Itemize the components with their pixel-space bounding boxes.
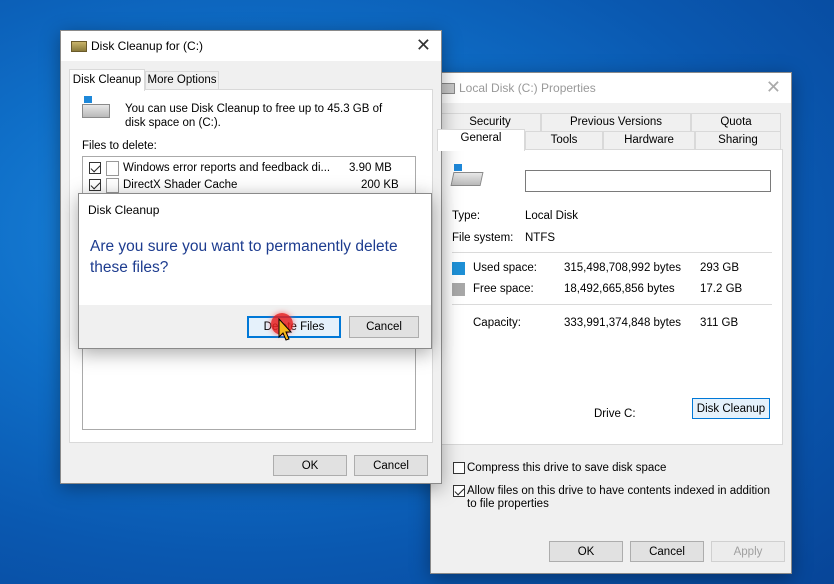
compress-checkbox[interactable] — [453, 462, 465, 474]
cleanup-close-button[interactable]: ✕ — [416, 35, 431, 55]
properties-close-button[interactable]: ✕ — [766, 77, 781, 97]
tab-general[interactable]: General — [437, 129, 525, 151]
capacity-bytes: 333,991,374,848 bytes — [564, 317, 682, 329]
compress-label: Compress this drive to save disk space — [467, 462, 667, 474]
cleanup-titlebar[interactable]: Disk Cleanup for (C:) ✕ — [61, 31, 441, 61]
used-space-gb: 293 GB — [700, 262, 739, 274]
cleanup-ok-button[interactable]: OK — [273, 455, 347, 476]
tab-disk-cleanup[interactable]: Disk Cleanup — [69, 69, 145, 91]
file-checkbox[interactable] — [89, 179, 101, 191]
free-space-bytes: 18,492,665,856 bytes — [564, 283, 675, 295]
type-value: Local Disk — [525, 210, 579, 222]
type-label: Type: — [452, 210, 481, 222]
general-panel: Type: Local Disk File system: NTFS Used … — [437, 149, 783, 445]
confirm-title: Disk Cleanup — [88, 203, 160, 217]
used-space-swatch — [452, 262, 465, 275]
used-space-label: Used space: — [473, 262, 537, 274]
windows-logo-icon — [84, 96, 92, 103]
cleanup-info: You can use Disk Cleanup to free up to 4… — [125, 103, 383, 129]
confirm-message: Are you sure you want to permanently del… — [90, 238, 398, 276]
filesystem-value: NTFS — [525, 232, 556, 244]
confirm-cancel-button[interactable]: Cancel — [349, 316, 419, 338]
windows-logo-icon — [454, 164, 462, 171]
tab-previous-versions[interactable]: Previous Versions — [541, 113, 691, 131]
capacity-gb: 311 GB — [700, 317, 739, 329]
file-icon — [106, 178, 119, 193]
free-space-swatch — [452, 283, 465, 296]
used-space-bytes: 315,498,708,992 bytes — [564, 262, 682, 274]
confirm-dialog: Disk Cleanup Are you sure you want to pe… — [78, 193, 432, 349]
tab-sharing[interactable]: Sharing — [695, 131, 781, 149]
files-to-delete-label: Files to delete: — [82, 140, 157, 152]
file-size: 200 KB — [361, 179, 399, 191]
properties-title: Local Disk (C:) Properties — [459, 81, 596, 95]
tab-quota[interactable]: Quota — [691, 113, 781, 131]
properties-window: Local Disk (C:) Properties ✕ Security Pr… — [430, 72, 792, 574]
filesystem-label: File system: — [452, 232, 514, 244]
file-checkbox[interactable] — [89, 162, 101, 174]
index-label: Allow files on this drive to have conten… — [467, 485, 771, 510]
file-name: Windows error reports and feedback di... — [123, 162, 331, 174]
file-size: 3.90 MB — [349, 162, 392, 174]
drive-icon — [82, 104, 110, 118]
tab-hardware[interactable]: Hardware — [603, 131, 695, 149]
divider — [452, 304, 772, 305]
drive-label: Drive C: — [594, 408, 636, 420]
free-space-label: Free space: — [473, 283, 534, 295]
cleanup-cancel-button[interactable]: Cancel — [354, 455, 428, 476]
file-icon — [106, 161, 119, 176]
tab-tools[interactable]: Tools — [525, 131, 603, 149]
properties-apply-button[interactable]: Apply — [711, 541, 785, 562]
cursor-pointer-icon — [278, 318, 293, 341]
free-space-gb: 17.2 GB — [700, 283, 743, 295]
drive-large-icon — [450, 172, 484, 186]
properties-ok-button[interactable]: OK — [549, 541, 623, 562]
capacity-label: Capacity: — [473, 317, 521, 329]
divider — [452, 252, 772, 253]
cleanup-title: Disk Cleanup for (C:) — [91, 39, 204, 53]
file-name: DirectX Shader Cache — [123, 179, 238, 191]
tab-more-options[interactable]: More Options — [145, 71, 219, 89]
disk-cleanup-button[interactable]: Disk Cleanup — [692, 398, 770, 419]
index-checkbox[interactable] — [453, 485, 465, 497]
delete-files-button[interactable]: Delete Files — [247, 316, 341, 338]
disk-cleanup-icon — [71, 41, 87, 52]
properties-titlebar[interactable]: Local Disk (C:) Properties ✕ — [431, 73, 791, 103]
properties-cancel-button[interactable]: Cancel — [630, 541, 704, 562]
drive-name-input[interactable] — [525, 170, 771, 192]
